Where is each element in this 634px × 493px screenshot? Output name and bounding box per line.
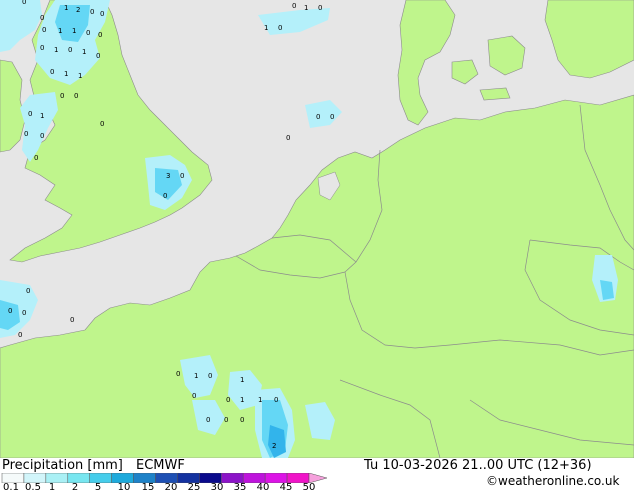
map-label: 1: [240, 396, 244, 404]
map-label: 0: [18, 331, 22, 339]
valid-time: Tu 10-03-2026 21..00 UTC (12+36): [364, 458, 592, 473]
map-label: 0: [224, 416, 228, 424]
map-label: 1: [194, 372, 198, 380]
map-label: 0: [278, 24, 282, 32]
map-label: 1: [258, 396, 262, 404]
map-label: 0: [208, 372, 212, 380]
map-label: 0: [60, 92, 64, 100]
map-label: 1: [264, 24, 268, 32]
map-label: 1: [82, 48, 86, 56]
legend-tick: 20: [164, 482, 178, 493]
map-label: 0: [316, 113, 320, 121]
map-label: 0: [292, 2, 296, 10]
legend-tick: 2: [71, 482, 79, 493]
map-label: 0: [318, 4, 322, 12]
map-label: 0: [40, 14, 44, 22]
map-label: 0: [34, 154, 38, 162]
map-label: 0: [100, 10, 104, 18]
map-label: 0: [22, 0, 26, 6]
map-label: 0: [40, 44, 44, 52]
map-label: 0: [330, 113, 334, 121]
map-label: 0: [206, 416, 210, 424]
map-label: 0: [40, 132, 44, 140]
map-label: 0: [74, 92, 78, 100]
legend-tick: 25: [187, 482, 201, 493]
map-label: 2: [76, 6, 80, 14]
map-label: 1: [58, 27, 62, 35]
map-canvas: 1 2 0 0 0 0 0 1 1 0 0 1 0 1 0 0 1 1 0 0 …: [0, 0, 634, 458]
map-label: 0: [8, 307, 12, 315]
legend-tick: 0.1: [3, 482, 19, 493]
map-label: 0: [70, 316, 74, 324]
legend-tick: 15: [141, 482, 155, 493]
map-label: 0: [286, 134, 290, 142]
legend-tick: 1: [48, 482, 56, 493]
map-label: 0: [86, 29, 90, 37]
map-label: 0: [226, 396, 230, 404]
legend-tick: 30: [210, 482, 224, 493]
legend-tick: 50: [302, 482, 316, 493]
map-label: 1: [64, 4, 68, 12]
legend-tick: 35: [233, 482, 247, 493]
map-label: 0: [24, 130, 28, 138]
map-label: 0: [176, 370, 180, 378]
map-label: 0: [100, 120, 104, 128]
map-label: 1: [72, 27, 76, 35]
map-label: 0: [240, 416, 244, 424]
legend-tick: 10: [117, 482, 131, 493]
model-name: ECMWF: [136, 458, 185, 473]
map-label: 3: [166, 172, 170, 180]
map-label: 0: [22, 309, 26, 317]
legend-tick: 0.5: [25, 482, 41, 493]
map-label: 0: [96, 52, 100, 60]
map-label: 1: [40, 112, 44, 120]
map-label: 0: [26, 287, 30, 295]
map-label: 1: [54, 46, 58, 54]
map-label: 0: [163, 192, 167, 200]
map-label: 0: [274, 396, 278, 404]
map-label: 0: [90, 8, 94, 16]
map-label: 0: [42, 26, 46, 34]
map-label: 0: [50, 68, 54, 76]
precipitation-map: 1 2 0 0 0 0 0 1 1 0 0 1 0 1 0 0 1 1 0 0 …: [0, 0, 634, 458]
legend-tick: 5: [94, 482, 102, 493]
credit: ©weatheronline.co.uk: [486, 474, 620, 488]
map-label: 0: [180, 172, 184, 180]
map-label: 0: [68, 46, 72, 54]
map-label: 1: [64, 70, 68, 78]
map-label: 0: [192, 392, 196, 400]
map-label: 1: [240, 376, 244, 384]
land-lolland: [479, 87, 511, 101]
map-label: 2: [272, 442, 276, 450]
map-label: 0: [98, 31, 102, 39]
map-label: 1: [78, 72, 82, 80]
map-title: Precipitation [mm]: [2, 458, 123, 473]
map-label: 1: [304, 4, 308, 12]
map-label: 0: [28, 110, 32, 118]
legend-tick: 40: [256, 482, 270, 493]
legend-tick: 45: [279, 482, 293, 493]
